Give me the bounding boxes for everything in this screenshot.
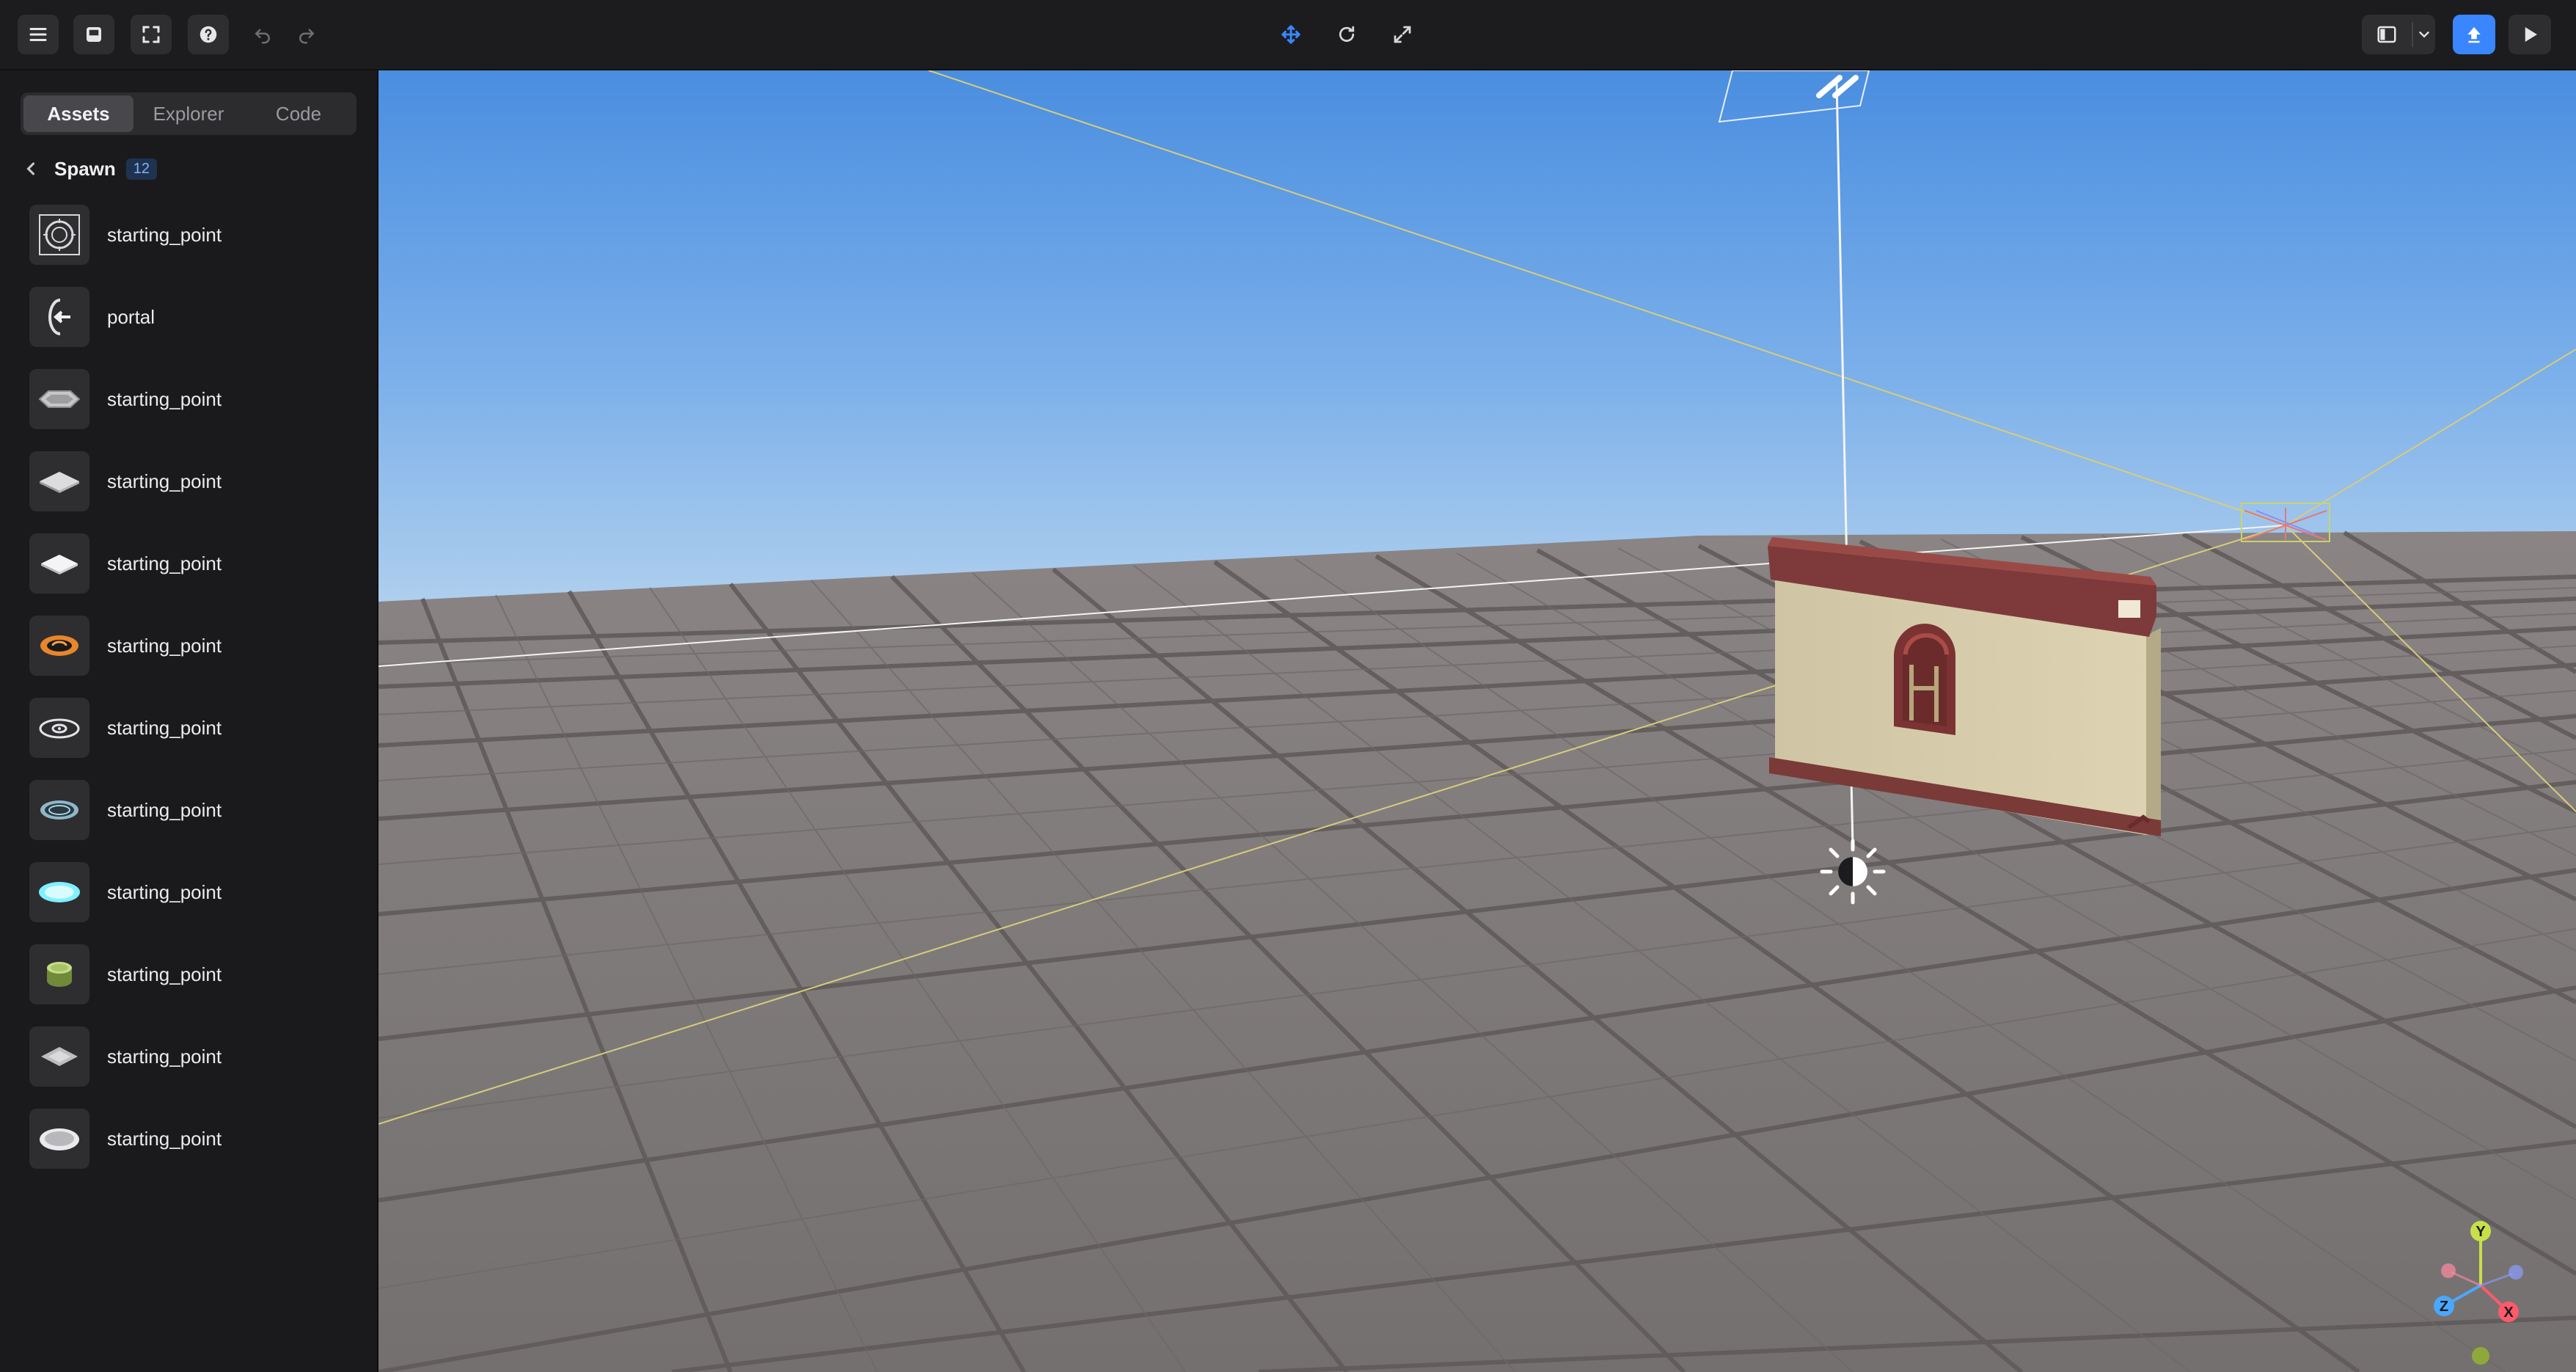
tab-code[interactable]: Code [244, 95, 354, 132]
negative-y-axis-handle[interactable] [2472, 1347, 2489, 1365]
move-tool-button[interactable] [1270, 15, 1311, 54]
publish-button[interactable] [2453, 15, 2495, 54]
menu-button[interactable] [18, 15, 59, 54]
arched-window [1894, 624, 1955, 735]
oval-pad-icon [29, 1109, 89, 1169]
frame-icon [142, 26, 160, 43]
blue-ring-icon [29, 780, 89, 840]
redo-button[interactable] [286, 15, 327, 54]
asset-item-portal[interactable]: portal [29, 285, 367, 349]
negative-x-axis-handle[interactable] [2441, 1263, 2456, 1278]
inbox-icon [87, 27, 101, 42]
layout-split-button[interactable] [2362, 15, 2435, 54]
portal-arrow-icon [29, 287, 89, 347]
sidebar: Assets Explorer Code Spawn 12 starting_p… [0, 70, 378, 1372]
layout-toggle-button[interactable] [2365, 15, 2409, 54]
tab-assets[interactable]: Assets [23, 95, 133, 132]
asset-item-starting-point-4[interactable]: starting_point [29, 531, 367, 596]
redo-icon [299, 29, 315, 44]
play-icon [2525, 27, 2537, 42]
scale-tool-button[interactable] [1382, 15, 1423, 54]
asset-label: starting_point [107, 634, 222, 657]
ground-floor [378, 531, 2576, 1372]
asset-label: starting_point [107, 880, 222, 903]
top-toolbar [0, 0, 2576, 70]
category-count-badge: 12 [125, 158, 158, 180]
rotate-tool-button[interactable] [1326, 15, 1367, 54]
inbox-button[interactable] [73, 15, 114, 54]
orbit-ring-icon [29, 698, 89, 758]
asset-label: starting_point [107, 798, 222, 821]
asset-item-starting-point-8[interactable]: starting_point [29, 860, 367, 924]
light-object-icon[interactable] [1820, 839, 1886, 905]
asset-item-starting-point-2[interactable]: starting_point [29, 367, 367, 431]
asset-item-starting-point-3[interactable]: starting_point [29, 449, 367, 514]
undo-button[interactable] [242, 15, 283, 54]
green-cylinder-icon [29, 944, 89, 1004]
category-title: Spawn [54, 157, 116, 180]
asset-label: starting_point [107, 470, 222, 492]
orange-ring-icon [29, 616, 89, 676]
asset-label: starting_point [107, 1127, 222, 1150]
sidebar-tabs: Assets Explorer Code [21, 92, 356, 135]
glowing-cyan-pad-icon [29, 862, 89, 922]
asset-label: portal [107, 305, 155, 328]
asset-label: starting_point [107, 552, 222, 574]
asset-label: starting_point [107, 716, 222, 739]
asset-item-starting-point-11[interactable]: starting_point [29, 1106, 367, 1171]
asset-item-starting-point-9[interactable]: starting_point [29, 942, 367, 1007]
asset-item-starting-point-1[interactable]: starting_point [29, 202, 367, 267]
scene-viewport[interactable]: Y Z X [378, 70, 2576, 1372]
category-breadcrumb: Spawn 12 [21, 154, 158, 183]
menu-icon [29, 28, 47, 41]
layout-dropdown-button[interactable] [2413, 15, 2435, 54]
play-button[interactable] [2509, 15, 2551, 54]
asset-label: starting_point [107, 223, 222, 246]
asset-item-starting-point-7[interactable]: starting_point [29, 778, 367, 842]
y-axis-label: Y [2476, 1224, 2486, 1240]
layout-toggle-icon [2377, 26, 2396, 43]
asset-label: starting_point [107, 1045, 222, 1068]
octagon-pad-icon [29, 369, 89, 429]
target-ring-icon [29, 205, 89, 265]
diamond-pad-icon [29, 451, 89, 511]
x-axis-label: X [2503, 1305, 2514, 1321]
white-diamond-pad-icon [29, 533, 89, 594]
asset-item-starting-point-6[interactable]: starting_point [29, 696, 367, 760]
asset-label: starting_point [107, 963, 222, 985]
chevron-down-icon [2419, 32, 2429, 38]
help-icon [200, 26, 217, 43]
chevron-left-icon[interactable] [21, 158, 41, 179]
scale-icon [1394, 26, 1411, 43]
z-axis-label: Z [2440, 1299, 2448, 1315]
asset-label: starting_point [107, 387, 222, 410]
publish-icon [2467, 27, 2481, 43]
asset-item-starting-point-5[interactable]: starting_point [29, 613, 367, 678]
undo-icon [255, 29, 270, 44]
rotate-icon [1339, 26, 1355, 42]
scene-canvas[interactable]: Y Z X [378, 70, 2576, 1372]
negative-z-axis-handle[interactable] [2509, 1265, 2523, 1280]
help-button[interactable] [188, 15, 229, 54]
frame-button[interactable] [131, 15, 172, 54]
gray-diamond-pad-icon [29, 1026, 89, 1087]
asset-item-starting-point-10[interactable]: starting_point [29, 1024, 367, 1089]
move-icon [1281, 25, 1300, 44]
tab-explorer[interactable]: Explorer [133, 95, 244, 132]
